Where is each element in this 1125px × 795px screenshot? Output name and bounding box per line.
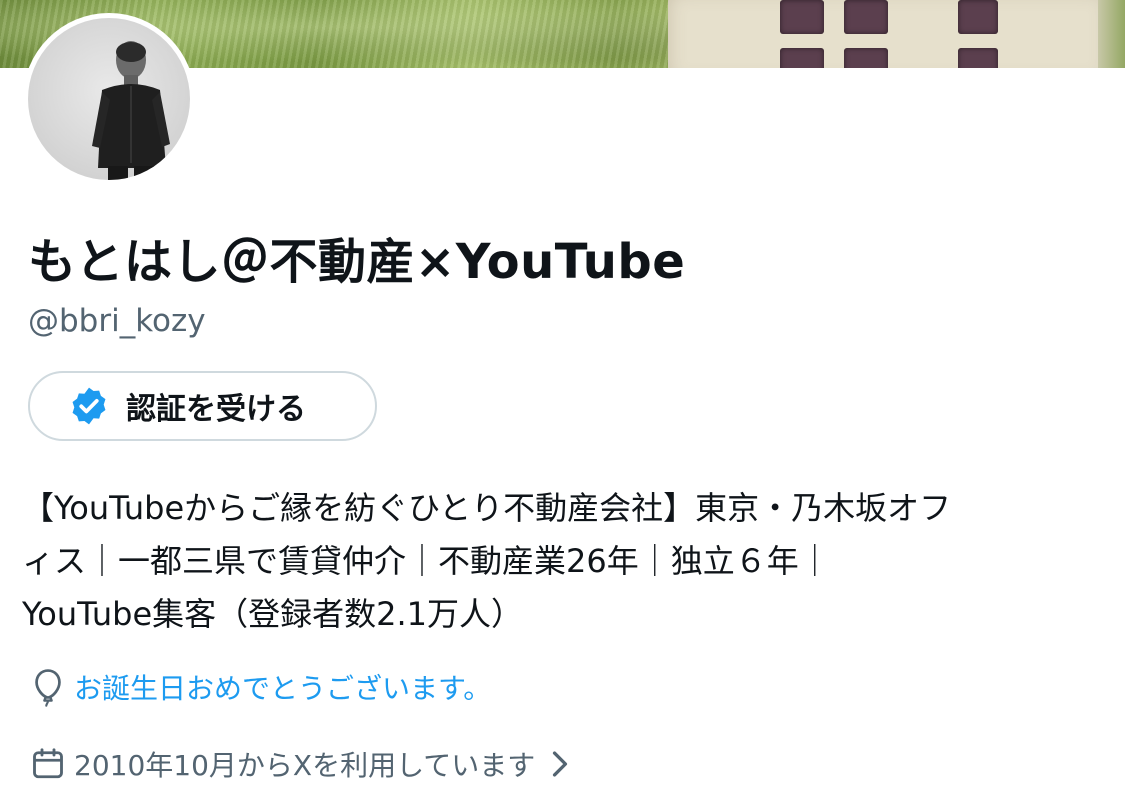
birthday-greeting: お誕生日おめでとうございます。	[30, 667, 491, 707]
avatar-photo	[28, 18, 190, 180]
display-name: もとはし＠不動産×YouTube	[28, 234, 686, 290]
bio-line: ィス｜一都三県で賃貸仲介｜不動産業26年｜独立６年｜	[22, 542, 831, 580]
verified-badge-icon	[72, 387, 106, 425]
profile-bio: 【YouTubeからご縁を紡ぐひとり不動産会社】東京・乃木坂オフ ィス｜一都三県…	[22, 482, 1102, 641]
calendar-icon	[33, 748, 63, 779]
bio-line: 【YouTubeからご縁を紡ぐひとり不動産会社】東京・乃木坂オフ	[22, 489, 952, 527]
join-date[interactable]: 2010年10月からXを利用しています	[30, 744, 571, 784]
get-verified-button[interactable]: 認証を受ける	[28, 371, 377, 441]
birthday-text: お誕生日おめでとうございます。	[74, 672, 492, 705]
balloon-icon	[35, 669, 61, 707]
join-date-text: 2010年10月からXを利用しています	[74, 749, 536, 782]
chevron-right-icon	[553, 751, 568, 777]
get-verified-label: 認証を受ける	[126, 392, 306, 427]
banner-stone-block	[668, 0, 1108, 68]
bio-line: YouTube集客（登録者数2.1万人）	[22, 595, 524, 633]
avatar[interactable]	[23, 13, 195, 185]
profile-page: もとはし＠不動産×YouTube @bbri_kozy 認証を受ける 【YouT…	[0, 0, 1125, 795]
user-handle: @bbri_kozy	[28, 303, 206, 339]
